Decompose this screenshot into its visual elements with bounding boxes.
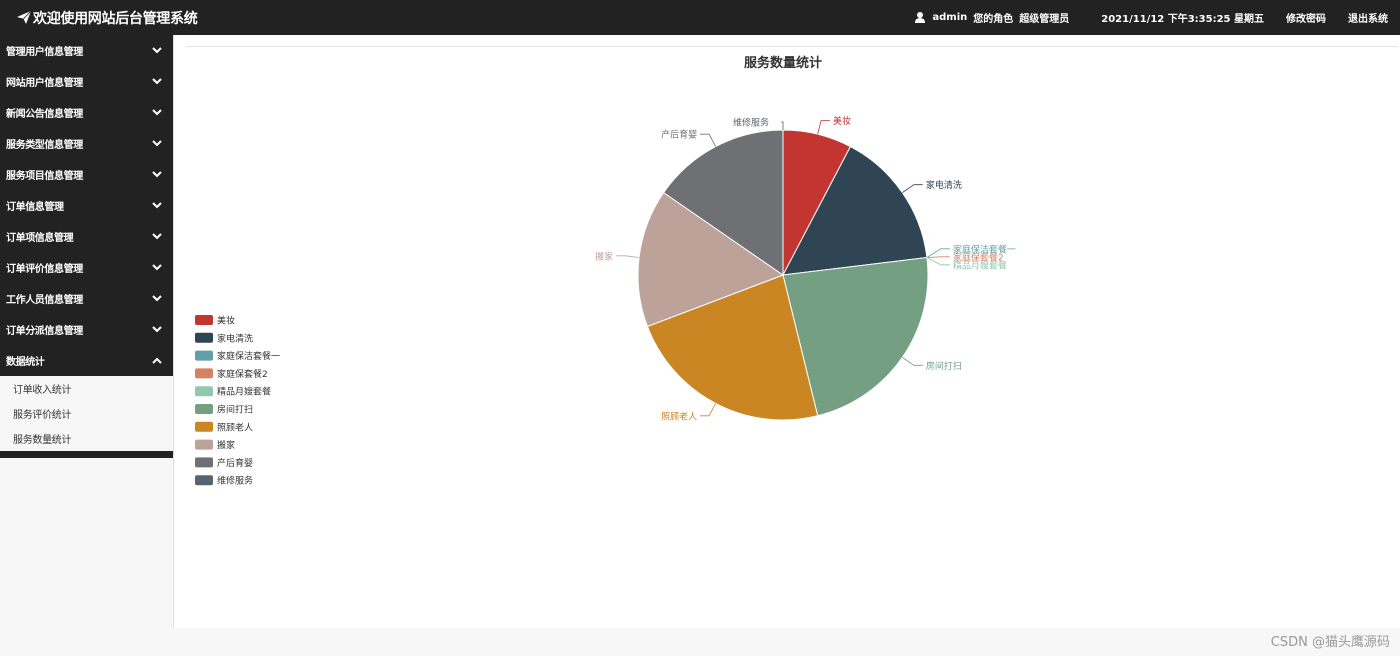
change-password-link[interactable]: 修改密码 xyxy=(1286,10,1326,25)
legend-swatch[interactable] xyxy=(195,332,213,343)
legend-label[interactable]: 家庭保洁套餐一 xyxy=(217,350,280,362)
sidebar-item-order-items[interactable]: 订单项信息管理 xyxy=(0,221,173,252)
label-line xyxy=(902,357,923,366)
sidebar-subitem-order-income[interactable]: 订单收入统计 xyxy=(0,376,173,401)
app-brand[interactable]: 欢迎使用网站后台管理系统 xyxy=(0,8,198,28)
legend-label[interactable]: 美妆 xyxy=(217,315,235,327)
label-line xyxy=(700,403,716,417)
chevron-down-icon xyxy=(152,326,162,333)
slice-label: 搬家 xyxy=(595,250,613,262)
statistics-submenu: 订单收入统计 服务评价统计 服务数量统计 xyxy=(0,376,173,451)
submenu-divider xyxy=(0,451,173,458)
sidebar-menu: 管理用户信息管理 网站用户信息管理 新闻公告信息管理 服务类型信息管理 服务项目… xyxy=(0,35,173,376)
app-title: 欢迎使用网站后台管理系统 xyxy=(33,10,198,27)
slice-label: 精品月嫂套餐 xyxy=(953,259,1007,271)
chevron-up-icon xyxy=(152,357,162,364)
label-line xyxy=(926,256,950,258)
legend-swatch[interactable] xyxy=(195,421,213,432)
slice-label: 房间打扫 xyxy=(926,360,962,372)
sidebar-item-dispatch[interactable]: 订单分派信息管理 xyxy=(0,314,173,345)
legend-label[interactable]: 精品月嫂套餐 xyxy=(217,386,271,398)
label-line xyxy=(616,255,640,258)
legend-swatch[interactable] xyxy=(195,368,213,379)
label-line xyxy=(926,257,950,266)
sidebar-subitem-service-count[interactable]: 服务数量统计 xyxy=(0,426,173,451)
slice-label: 照顾老人 xyxy=(661,410,697,422)
chevron-down-icon xyxy=(152,233,162,240)
legend-label[interactable]: 房间打扫 xyxy=(217,404,253,416)
service-count-pie-chart: 服务数量统计 美妆家电清洗家庭保洁套餐一家庭保套餐2精品月嫂套餐房间打扫照顾老人… xyxy=(195,55,1016,487)
user-icon xyxy=(915,12,926,23)
sidebar-item-label: 服务项目信息管理 xyxy=(6,171,83,182)
slice-label: 维修服务 xyxy=(733,117,769,129)
sidebar-item-service-items[interactable]: 服务项目信息管理 xyxy=(0,159,173,190)
sidebar-item-label: 订单评价信息管理 xyxy=(6,264,83,275)
chevron-down-icon xyxy=(152,171,162,178)
chevron-down-icon xyxy=(152,140,162,147)
slice-label: 家电清洗 xyxy=(926,179,962,191)
label-line xyxy=(700,133,716,147)
current-datetime: 2021/11/12 下午3:35:25 星期五 xyxy=(1101,14,1264,25)
sidebar-item-label: 订单分派信息管理 xyxy=(6,326,83,337)
legend-swatch[interactable] xyxy=(195,386,213,397)
chevron-down-icon xyxy=(152,78,162,85)
legend-swatch[interactable] xyxy=(195,404,213,414)
sidebar-item-news[interactable]: 新闻公告信息管理 xyxy=(0,97,173,128)
legend-swatch[interactable] xyxy=(195,350,213,361)
sidebar-item-label: 订单项信息管理 xyxy=(6,233,74,244)
sidebar-item-label: 新闻公告信息管理 xyxy=(6,109,83,120)
sidebar-subitem-service-reviews[interactable]: 服务评价统计 xyxy=(0,401,173,426)
label-line xyxy=(902,184,923,193)
legend-swatch[interactable] xyxy=(195,315,213,325)
label-line xyxy=(781,121,784,130)
sidebar-item-admin-users[interactable]: 管理用户信息管理 xyxy=(0,35,173,66)
legend-label[interactable]: 家电清洗 xyxy=(217,332,253,344)
legend-swatch[interactable] xyxy=(195,475,213,486)
chart-title: 服务数量统计 xyxy=(744,55,822,71)
sidebar-item-order-reviews[interactable]: 订单评价信息管理 xyxy=(0,252,173,283)
legend-label[interactable]: 维修服务 xyxy=(217,475,253,487)
slice-label: 产后育婴 xyxy=(661,129,697,141)
sidebar-item-service-types[interactable]: 服务类型信息管理 xyxy=(0,128,173,159)
user-info: admin 您的角色 超级管理员 xyxy=(915,10,1069,25)
legend-swatch[interactable] xyxy=(195,457,213,468)
sidebar-item-label: 服务类型信息管理 xyxy=(6,140,83,151)
legend-label[interactable]: 照顾老人 xyxy=(217,421,253,433)
sidebar-item-label: 数据统计 xyxy=(6,357,45,368)
paper-plane-icon xyxy=(17,11,31,24)
main-content: 服务数量统计 美妆 家电清洗 家庭保洁套餐一 家庭保套餐2 精品月嫂套餐 房间打扫 照顾老人… xyxy=(175,35,1400,628)
sidebar-item-label: 工作人员信息管理 xyxy=(6,295,83,306)
sidebar-item-label: 网站用户信息管理 xyxy=(6,78,83,89)
sidebar-item-label: 订单信息管理 xyxy=(6,202,64,213)
chevron-down-icon xyxy=(152,264,162,271)
sidebar-item-label: 管理用户信息管理 xyxy=(6,47,83,58)
chevron-down-icon xyxy=(152,109,162,116)
sidebar-item-statistics[interactable]: 数据统计 xyxy=(0,345,173,376)
chevron-down-icon xyxy=(152,295,162,302)
legend-label[interactable]: 产后育婴 xyxy=(217,457,253,469)
footer-strip xyxy=(0,628,1400,656)
username: admin xyxy=(932,12,968,23)
sidebar-item-site-users[interactable]: 网站用户信息管理 xyxy=(0,66,173,97)
sidebar-item-staff[interactable]: 工作人员信息管理 xyxy=(0,283,173,314)
slice-label: 美妆 xyxy=(833,115,851,127)
chevron-down-icon xyxy=(152,202,162,209)
label-line xyxy=(817,120,831,135)
chevron-down-icon xyxy=(152,47,162,54)
logout-link[interactable]: 退出系统 xyxy=(1348,10,1388,25)
role-label: 您的角色 xyxy=(973,14,1014,25)
legend-label[interactable]: 家庭保套餐2 xyxy=(217,368,268,380)
top-navbar: 欢迎使用网站后台管理系统 admin 您的角色 超级管理员 2021/11/12… xyxy=(0,0,1400,35)
role-value: 超级管理员 xyxy=(1019,14,1070,25)
sidebar-item-orders[interactable]: 订单信息管理 xyxy=(0,190,173,221)
legend-label[interactable]: 搬家 xyxy=(217,439,235,451)
legend-swatch[interactable] xyxy=(195,439,213,450)
label-line xyxy=(926,248,950,258)
sidebar: 管理用户信息管理 网站用户信息管理 新闻公告信息管理 服务类型信息管理 服务项目… xyxy=(0,35,174,628)
watermark: CSDN @猫头鹰源码 xyxy=(1270,635,1390,650)
